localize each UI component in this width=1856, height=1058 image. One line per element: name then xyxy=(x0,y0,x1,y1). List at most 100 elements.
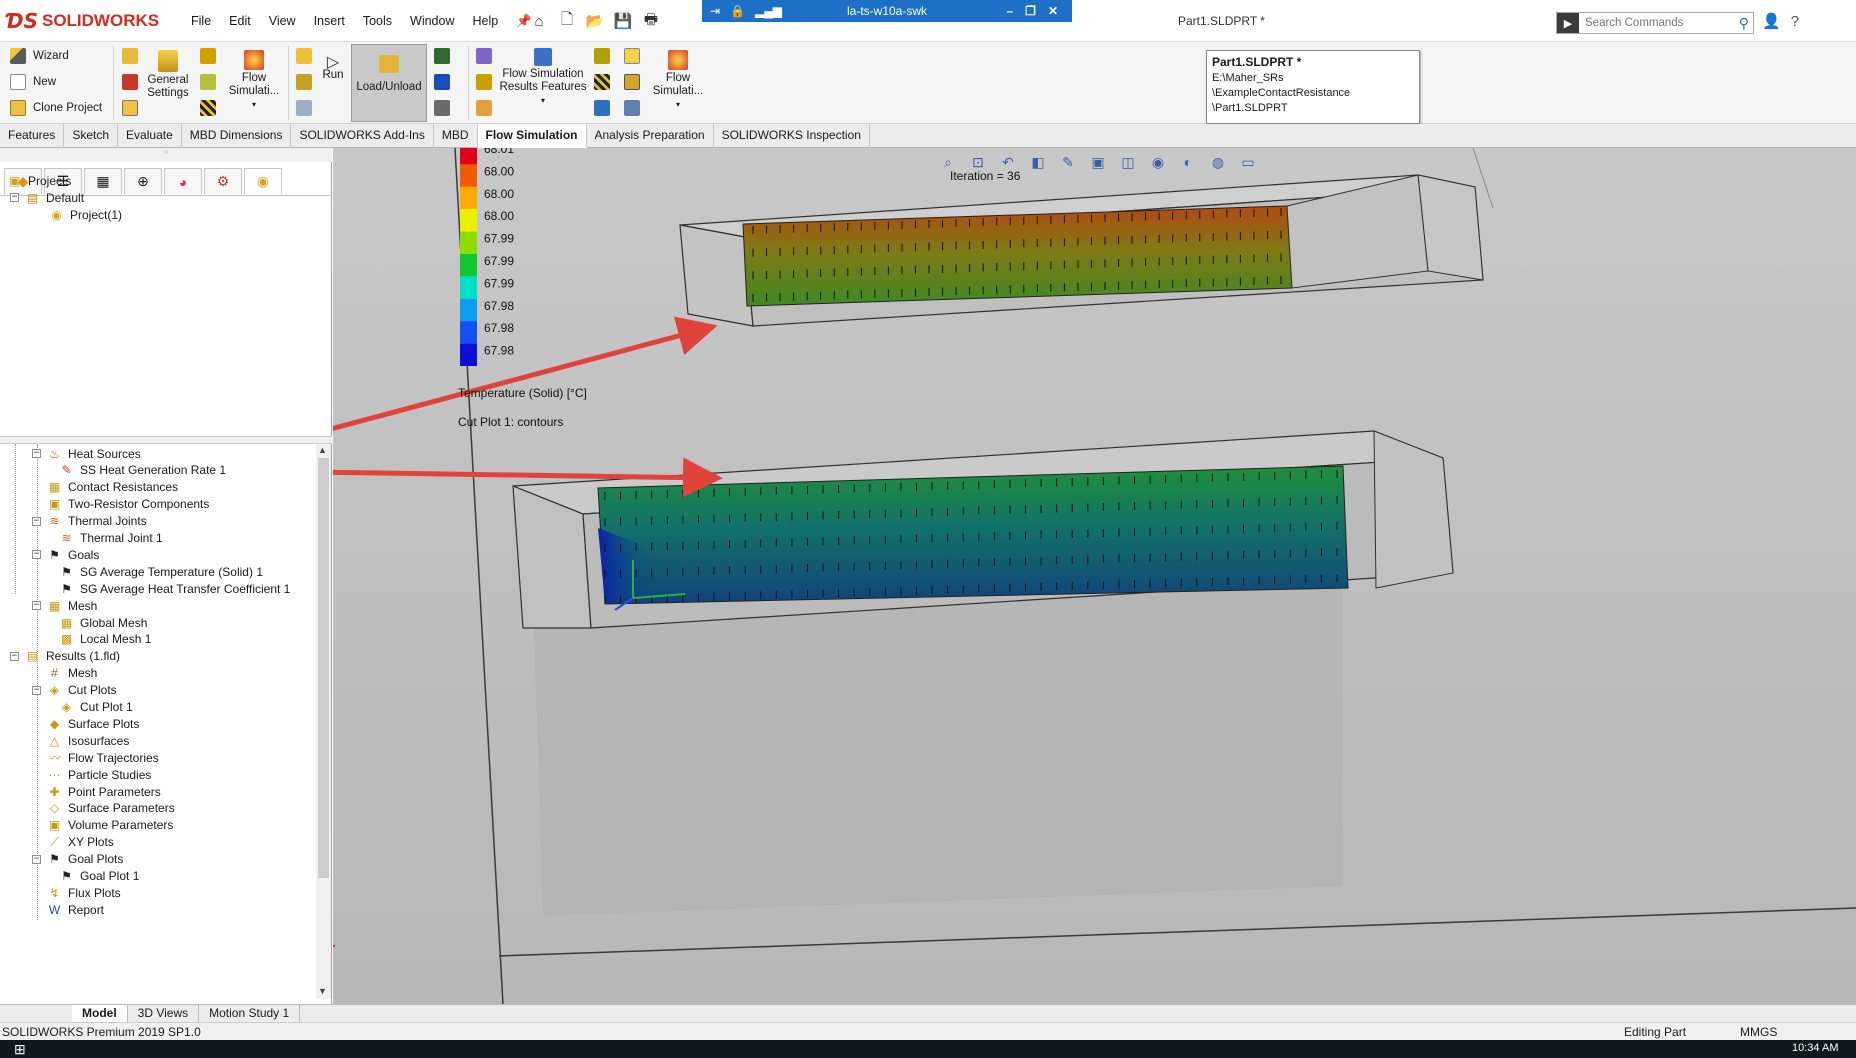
cut-plot-tool-icon[interactable] xyxy=(434,48,450,64)
report-tool-icon[interactable] xyxy=(476,100,492,116)
search-commands[interactable]: ▶ ⚲ xyxy=(1556,12,1754,34)
menu-insert[interactable]: Insert xyxy=(305,14,354,29)
tree-item-contact-resistances[interactable]: ▦ Contact Resistances xyxy=(32,479,178,496)
help-icon[interactable]: ? xyxy=(1791,13,1799,30)
tab-mbd[interactable]: MBD xyxy=(434,124,478,148)
tools-icon[interactable] xyxy=(434,100,450,116)
tab-solidworks-inspection[interactable]: SOLIDWORKS Inspection xyxy=(714,124,870,148)
menu-view[interactable]: View xyxy=(260,14,305,29)
configuration-tab-icon[interactable]: ▦ xyxy=(84,168,122,194)
collapse-icon[interactable]: − xyxy=(32,449,41,458)
remote-restore-icon[interactable]: ❐ xyxy=(1025,4,1036,18)
menu-edit[interactable]: Edit xyxy=(220,14,260,29)
tab-flow-simulation[interactable]: Flow Simulation xyxy=(477,124,587,148)
scroll-up-icon[interactable]: ▲ xyxy=(318,445,327,455)
top-cut-plot[interactable] xyxy=(742,205,1293,307)
tab-features[interactable]: Features xyxy=(0,124,65,148)
chevron-down-icon[interactable]: ▾ xyxy=(252,98,256,111)
tree-item-sg-average-heat-transfer-coefficient-1[interactable]: ⚑ SG Average Heat Transfer Coefficient 1 xyxy=(58,580,290,597)
menu-file[interactable]: File xyxy=(182,14,220,29)
run-button[interactable]: ▷ Run xyxy=(318,55,348,82)
save-results-icon[interactable] xyxy=(434,74,450,90)
tree-projects[interactable]: ▣ Projects xyxy=(6,172,72,189)
tree-item-heat-sources[interactable]: − ♨ Heat Sources xyxy=(32,445,141,462)
menu-window[interactable]: Window xyxy=(401,14,463,29)
tree-item-particle-studies[interactable]: ⋯ Particle Studies xyxy=(32,766,152,783)
tree-item-flow-trajectories[interactable]: 〰 Flow Trajectories xyxy=(32,749,158,766)
tree-item-cut-plot-1[interactable]: ◈ Cut Plot 1 xyxy=(58,699,133,716)
component-icon[interactable] xyxy=(122,48,138,64)
display-manager-tab-icon[interactable]: ◕ xyxy=(164,168,202,194)
solver-icon[interactable] xyxy=(296,74,312,90)
tree-item-goals[interactable]: − ⚑ Goals xyxy=(32,546,99,563)
tree-item-mesh[interactable]: − ▦ Mesh xyxy=(32,597,97,614)
plot-icon[interactable] xyxy=(476,48,492,64)
tab-motion-study-1[interactable]: Motion Study 1 xyxy=(199,1005,301,1022)
search-input[interactable] xyxy=(1579,17,1719,29)
scroll-down-icon[interactable]: ▼ xyxy=(318,986,327,996)
home-icon[interactable]: ⌂ xyxy=(528,10,550,32)
flow-simulation-button[interactable]: Flow Simulati... ▾ xyxy=(226,50,282,111)
tree-item-cut-plots[interactable]: − ◈ Cut Plots xyxy=(32,682,117,699)
tree-item-surface-parameters[interactable]: ◇ Surface Parameters xyxy=(32,800,175,817)
boundary-icon[interactable] xyxy=(200,48,216,64)
collapse-icon[interactable]: − xyxy=(32,550,41,560)
tab-mbd-dimensions[interactable]: MBD Dimensions xyxy=(182,124,292,148)
tree-item-surface-plots[interactable]: ◆ Surface Plots xyxy=(32,715,140,732)
checker-flag-icon[interactable] xyxy=(200,100,216,116)
settings-tool-icon[interactable] xyxy=(624,100,640,116)
units-selector[interactable]: MMGS xyxy=(1740,1025,1777,1039)
tree-item-isosurfaces[interactable]: △ Isosurfaces xyxy=(32,732,129,749)
tree-item-global-mesh[interactable]: ▦ Global Mesh xyxy=(58,614,148,631)
tab-solidworks-add-ins[interactable]: SOLIDWORKS Add-Ins xyxy=(291,124,434,148)
tree-item-two-resistor-components[interactable]: ▣ Two-Resistor Components xyxy=(32,496,210,513)
goal-plot-tool-icon[interactable] xyxy=(594,74,610,90)
wizard-button[interactable]: Wizard xyxy=(10,48,69,64)
tree-item-mesh[interactable]: # Mesh xyxy=(32,665,97,682)
results-features-button[interactable]: Flow Simulation Results Features ▾ xyxy=(496,48,590,107)
calculator-icon[interactable] xyxy=(122,74,138,90)
collapse-icon[interactable]: − xyxy=(10,193,19,202)
new-document-icon[interactable]: 🗋 xyxy=(556,10,578,32)
panel-grip[interactable]: ⁘ xyxy=(0,148,332,162)
lightbulb-icon[interactable] xyxy=(624,48,640,64)
new-button[interactable]: New xyxy=(10,74,56,90)
parameter-icon[interactable] xyxy=(476,74,492,90)
flow-analysis-tab-icon[interactable]: ◉ xyxy=(244,168,282,194)
monitor-icon[interactable] xyxy=(296,100,312,116)
collapse-icon[interactable]: − xyxy=(32,685,41,695)
setup-icon[interactable] xyxy=(122,100,138,116)
tree-item-ss-heat-generation-rate-1[interactable]: ✎ SS Heat Generation Rate 1 xyxy=(58,462,226,479)
menu-help[interactable]: Help xyxy=(464,14,508,29)
collapse-icon[interactable]: − xyxy=(32,601,41,611)
collapse-icon[interactable]: − xyxy=(32,854,41,864)
general-settings-button[interactable]: General Settings xyxy=(142,50,194,100)
display-icon[interactable] xyxy=(624,74,640,90)
collapse-icon[interactable]: − xyxy=(10,651,19,661)
flow-simulation-button-2[interactable]: Flow Simulati... ▾ xyxy=(650,50,706,111)
top-solid-body[interactable] xyxy=(679,174,1484,327)
tree-item-goal-plots[interactable]: − ⚑ Goal Plots xyxy=(32,851,123,868)
tree-item-volume-parameters[interactable]: ▣ Volume Parameters xyxy=(32,817,174,834)
tree-item-point-parameters[interactable]: ✚ Point Parameters xyxy=(32,783,160,800)
tree-scrollbar-thumb[interactable] xyxy=(318,458,329,878)
graphics-area[interactable]: ⌕ ⊡ ↶ ◧ ✎ ▣ ◫ ◉ ◐ ◍ ▭ Iteration = 36 68.… xyxy=(333,148,1856,1004)
print-icon[interactable]: 🖶 xyxy=(640,10,662,32)
xy-plot-tool-icon[interactable] xyxy=(594,48,610,64)
simulation-tab-icon[interactable]: ⚙ xyxy=(204,168,242,194)
tree-item-sg-average-temperature-solid-1[interactable]: ⚑ SG Average Temperature (Solid) 1 xyxy=(58,563,263,580)
user-icon[interactable]: 👤 xyxy=(1762,12,1781,30)
tree-item-local-mesh-1[interactable]: ▩ Local Mesh 1 xyxy=(58,631,152,648)
tree-default[interactable]: − ▤ Default xyxy=(10,189,84,206)
solidworks-logo[interactable]: ƊS SOLIDWORKS xyxy=(6,8,159,34)
load-unload-button[interactable]: Load/Unload xyxy=(351,44,427,122)
export-icon[interactable] xyxy=(594,100,610,116)
collapse-icon[interactable]: − xyxy=(32,516,41,526)
menu-tools[interactable]: Tools xyxy=(354,14,401,29)
remote-close-icon[interactable]: ✕ xyxy=(1048,4,1058,18)
tree-item-results-1-fld[interactable]: − ▤ Results (1.fld) xyxy=(10,648,120,665)
open-folder-icon[interactable]: 📂 xyxy=(584,10,606,32)
chevron-down-icon[interactable]: ▾ xyxy=(676,98,680,111)
tab-sketch[interactable]: Sketch xyxy=(64,124,119,148)
tree-project-1[interactable]: ◉ Project(1) xyxy=(48,206,122,223)
